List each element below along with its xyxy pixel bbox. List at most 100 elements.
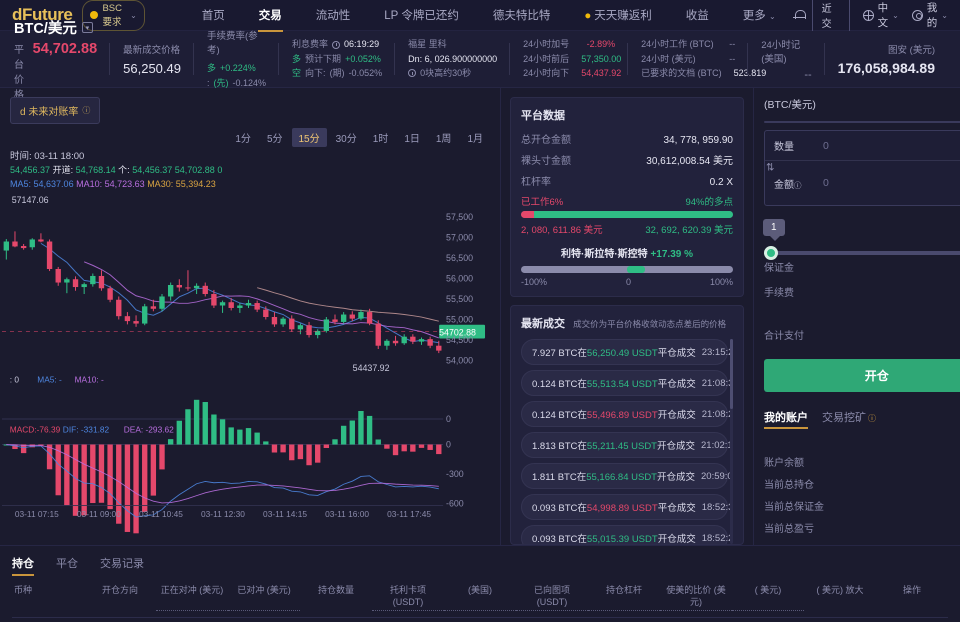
timeframe-1m[interactable]: 1分 bbox=[228, 128, 258, 147]
fee-percent: 0 % bbox=[764, 307, 960, 317]
language-label: 中文 bbox=[877, 2, 889, 29]
nav-item-earnings[interactable]: 收益 bbox=[669, 0, 726, 31]
sentiment-bar bbox=[521, 266, 733, 273]
positions-column-header: ( 美元) 放大 bbox=[816, 585, 864, 595]
work-usd-value: -- bbox=[729, 53, 736, 64]
h24-note-label: 24小时记 (美国) bbox=[761, 40, 801, 65]
positions-column-header: 已向图项 (USDT) bbox=[516, 584, 588, 612]
quantity-label: 数量 bbox=[774, 142, 794, 153]
timeframe-1M[interactable]: 1月 bbox=[460, 128, 490, 147]
positions-tabs: 持仓 平仓 交易记录 bbox=[12, 555, 948, 576]
positions-column-header: 托利卡项 (USDT) bbox=[372, 584, 444, 612]
trade-time: 18:52:33 bbox=[701, 501, 733, 513]
recent-trades-subtitle: 成交价为平台价格收敛动态点差后的价格 bbox=[573, 319, 727, 329]
info-icon: ⓘ bbox=[868, 414, 876, 423]
trades-scrollbar-thumb[interactable] bbox=[730, 339, 733, 409]
tab-trade-mining[interactable]: 交易挖矿 ⓘ bbox=[822, 409, 876, 429]
trade-text: 7.927 BTC在56,250.49 USDT平仓成交 bbox=[532, 348, 696, 359]
quantity-row: 数量 Btc bbox=[765, 131, 960, 160]
positions-column-header: 币种 bbox=[14, 585, 33, 595]
index-value: 176,058,984.89 bbox=[837, 60, 935, 76]
trade-row: 0.124 BTC在55,513.54 USDT平仓成交 21:08:33 bbox=[521, 370, 733, 396]
future-apr-badge[interactable]: d 未来对账率 ⓘ bbox=[10, 97, 101, 124]
positions-column-header: ( 美元) bbox=[732, 584, 804, 612]
chain-info-value: Dn: 6, 026.900000000 bbox=[408, 53, 498, 64]
quantity-input[interactable] bbox=[823, 139, 958, 152]
platform-row-label: 总开仓金额 bbox=[521, 135, 571, 146]
long-short-ratio-bar bbox=[521, 211, 733, 218]
trades-scrollbar-track[interactable] bbox=[730, 339, 733, 544]
open-position-button[interactable]: 开仓 bbox=[764, 359, 960, 392]
amount-input[interactable] bbox=[823, 177, 958, 189]
account-tabs: 我的账户 交易挖矿 ⓘ bbox=[764, 409, 960, 429]
h24-change-label: 24小时加号 bbox=[523, 38, 570, 49]
leverage-slider-track[interactable] bbox=[764, 251, 960, 255]
h24-low-label: 24小时向下 bbox=[523, 68, 570, 79]
ma5-value: 54,637.06 bbox=[33, 178, 74, 189]
clock-icon bbox=[408, 69, 417, 78]
platform-row-value: 30,612,008.54 美元 bbox=[646, 156, 733, 167]
candlestick-chart[interactable]: 57,500 57,000 56,500 56,000 55,500 55,000 54,5… bbox=[0, 191, 500, 545]
timeframe-1w[interactable]: 1周 bbox=[429, 128, 459, 147]
timeframe-15m[interactable]: 15分 bbox=[291, 128, 327, 147]
swap-vertical-icon[interactable]: ⇅ bbox=[764, 163, 776, 174]
nav-item-daily-rebate[interactable]: ● 天天赚返利 bbox=[567, 0, 668, 31]
tab-trade-history[interactable]: 交易记录 bbox=[100, 555, 144, 576]
funding-rate-block: 手续费率(参考) 多 +0.224% : (先) -0.124% bbox=[194, 31, 280, 88]
nav-item-trade[interactable]: 交易 bbox=[242, 0, 299, 32]
pair-dropdown-icon[interactable]: ▾ bbox=[81, 22, 93, 33]
leverage-slider-knob[interactable]: 1 bbox=[763, 219, 785, 260]
svg-text:03-11 09:00: 03-11 09:00 bbox=[77, 509, 121, 519]
svg-text:56,500: 56,500 bbox=[446, 253, 473, 263]
long-ratio-segment bbox=[533, 211, 733, 218]
trade-time: 21:08:33 bbox=[701, 377, 733, 389]
svg-text:54437.92: 54437.92 bbox=[353, 363, 390, 373]
tab-positions[interactable]: 持仓 bbox=[12, 555, 34, 576]
block-time-label: 0块高约30秒 bbox=[420, 68, 472, 79]
fee-label: 手续费 bbox=[764, 288, 794, 299]
ohlc-o: 54,456.37 bbox=[10, 165, 51, 176]
svg-text:03-11 17:45: 03-11 17:45 bbox=[387, 509, 431, 519]
nav-item-liquidity[interactable]: 流动性 bbox=[299, 0, 368, 31]
ohlc-open-label: 开道: bbox=[52, 165, 74, 176]
nav-item-home[interactable]: 首页 bbox=[185, 0, 242, 31]
chevron-down-icon: ⌄ bbox=[892, 10, 899, 20]
timeframe-30m[interactable]: 30分 bbox=[329, 128, 364, 147]
total-label: 合计支付 bbox=[764, 331, 804, 342]
positions-panel: 持仓 平仓 交易记录 币种 开仓方向 正在对冲 (美元) 已对冲 (美元) 持仓数量 托利… bbox=[0, 545, 960, 622]
timeframe-selector: 1分 5分 15分 30分 1时 1日 1周 1月 bbox=[0, 124, 500, 147]
ma5-label: MA5: bbox=[10, 178, 32, 189]
nav-item-dufuture-bit[interactable]: 德夫特比特 bbox=[476, 0, 568, 31]
work-btc-label: 24小时工作 (BTC) bbox=[641, 38, 714, 49]
long-tab[interactable]: 做多 bbox=[765, 122, 877, 123]
recent-trades-list[interactable]: 7.927 BTC在56,250.49 USDT平仓成交 23:15:27 0.12… bbox=[521, 339, 733, 544]
ma30-value: 55,394.23 bbox=[175, 178, 216, 189]
svg-text:MA5: -: MA5: - bbox=[37, 375, 62, 385]
globe-icon bbox=[862, 9, 874, 21]
short-ratio-segment bbox=[521, 211, 534, 218]
amount-label: 金额ⓘ bbox=[774, 179, 802, 191]
chevron-down-icon: ⌄ bbox=[769, 12, 776, 21]
work-btc-value: -- bbox=[729, 38, 736, 49]
account-menu[interactable]: 我的 ⌄ bbox=[911, 0, 948, 30]
down-label: 向下: bbox=[305, 68, 326, 79]
nav-item-lp-token[interactable]: LP 令牌已还约 bbox=[367, 0, 476, 31]
short-tab[interactable]: 做空 bbox=[877, 122, 960, 123]
interest-countdown-block: 利息费率 06:19:29 多 预计下期 +0.052% 空 向下: (期) -… bbox=[279, 31, 396, 87]
amount-row: 金额ⓘ 美元 bbox=[765, 160, 960, 205]
tab-closed[interactable]: 平仓 bbox=[56, 555, 78, 576]
clock-icon bbox=[332, 40, 341, 49]
language-selector[interactable]: 中文 ⌄ bbox=[862, 0, 899, 30]
tab-my-account[interactable]: 我的账户 bbox=[764, 409, 808, 429]
last-trade-price-block: 最新成交价格 56,250.49 bbox=[110, 31, 194, 87]
bell-icon[interactable] bbox=[792, 9, 806, 22]
timeframe-1h[interactable]: 1时 bbox=[366, 128, 396, 147]
long-pct-label: 94%的多点 bbox=[685, 197, 733, 208]
svg-text:03-11 14:15: 03-11 14:15 bbox=[263, 509, 307, 519]
svg-text:0: 0 bbox=[446, 414, 451, 424]
nav-item-more[interactable]: 更多 ⌄ bbox=[726, 0, 793, 31]
timeframe-5m[interactable]: 5分 bbox=[260, 128, 290, 147]
info-icon: ⓘ bbox=[794, 180, 802, 190]
ma30-label: MA30: bbox=[147, 178, 174, 189]
timeframe-1d[interactable]: 1日 bbox=[397, 128, 427, 147]
